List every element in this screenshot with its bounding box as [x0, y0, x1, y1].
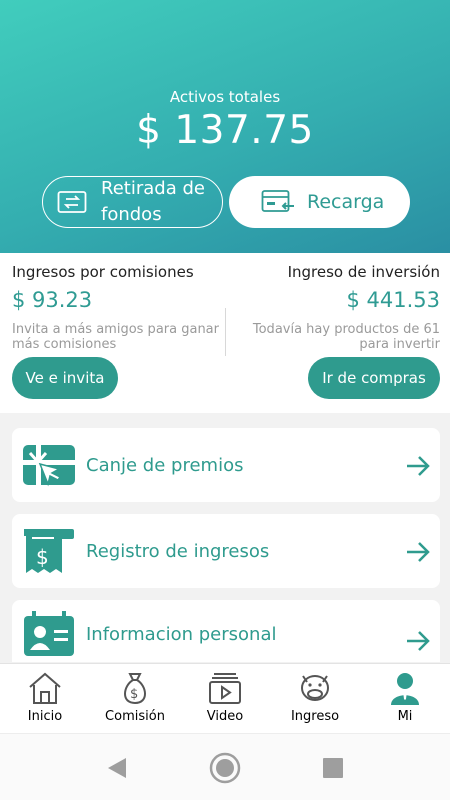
tab-me-label: Mi: [397, 709, 413, 724]
menu-item-income-records-label: Registro de ingresos: [86, 540, 270, 562]
tab-home[interactable]: Inicio: [0, 664, 90, 734]
commission-section: Ingresos por comisiones $ 93.23 Invita a…: [12, 253, 222, 413]
cow-icon: [301, 675, 329, 701]
svg-text:$: $: [130, 687, 138, 702]
total-assets-value: $ 137.75: [136, 108, 314, 153]
bottom-tab-bar: Inicio $ Comisión Video Ingreso Mi: [0, 663, 450, 733]
arrow-right-icon: [407, 631, 430, 651]
gift-card-icon: [23, 445, 75, 487]
recharge-label: Recarga: [307, 191, 385, 213]
tab-home-label: Inicio: [27, 709, 63, 724]
commission-amount: $ 93.23: [12, 288, 93, 312]
recents-icon[interactable]: [316, 751, 350, 785]
investment-description: Todavía hay productos de 61 para inverti…: [225, 322, 440, 352]
back-icon[interactable]: [100, 751, 134, 785]
home-circle-icon[interactable]: [208, 751, 242, 785]
wallet-exchange-icon: [57, 191, 87, 213]
withdraw-label-line2: fondos: [101, 204, 162, 225]
tab-commission[interactable]: $ Comisión: [90, 664, 180, 734]
id-card-icon: [24, 611, 74, 656]
total-assets-label: Activos totales: [169, 88, 281, 106]
withdraw-label: Retirada de fondos: [101, 176, 205, 228]
withdraw-label-line1: Retirada de: [101, 178, 205, 199]
investment-title: Ingreso de inversión: [287, 263, 440, 281]
tab-me[interactable]: Mi: [360, 664, 450, 734]
arrow-right-icon: [407, 456, 430, 476]
home-icon: [29, 672, 61, 704]
menu-item-rewards[interactable]: Canje de premios: [12, 428, 440, 502]
tab-commission-label: Comisión: [105, 709, 165, 724]
menu-item-personal-info-label: Informacion personal: [86, 624, 277, 645]
money-bag-icon: $: [124, 673, 146, 705]
investment-description-line2: para invertir: [359, 337, 440, 352]
menu-item-income-records[interactable]: $ Registro de ingresos: [12, 514, 440, 588]
svg-text:$: $: [36, 545, 49, 569]
investment-section: Ingreso de inversión $ 441.53 Todavía ha…: [230, 253, 440, 413]
person-icon: [391, 673, 419, 705]
commission-title: Ingresos por comisiones: [12, 263, 194, 281]
earnings-panel: Ingresos por comisiones $ 93.23 Invita a…: [0, 253, 450, 413]
tab-video[interactable]: Video: [180, 664, 270, 734]
shop-button[interactable]: Ir de compras: [308, 357, 440, 399]
menu-item-personal-info[interactable]: Informacion personal: [12, 600, 440, 662]
tab-income-label: Ingreso: [290, 709, 340, 724]
card-recharge-icon: [261, 190, 294, 212]
commission-description: Invita a más amigos para ganar más comis…: [12, 322, 219, 352]
tab-video-label: Video: [206, 709, 244, 724]
system-navigation-bar: [0, 733, 450, 800]
video-icon: [209, 673, 241, 704]
assets-header: Activos totales $ 137.75 Retirada de fon…: [0, 0, 450, 253]
recharge-button[interactable]: Recarga: [229, 176, 410, 228]
menu-item-rewards-label: Canje de premios: [86, 454, 244, 476]
withdraw-button[interactable]: Retirada de fondos: [42, 176, 223, 228]
invite-button[interactable]: Ve e invita: [12, 357, 118, 399]
investment-amount: $ 441.53: [346, 288, 440, 312]
receipt-icon: $: [24, 529, 74, 573]
investment-description-line1: Todavía hay productos de 61: [252, 322, 440, 337]
tab-income[interactable]: Ingreso: [270, 664, 360, 734]
arrow-right-icon: [407, 542, 430, 562]
